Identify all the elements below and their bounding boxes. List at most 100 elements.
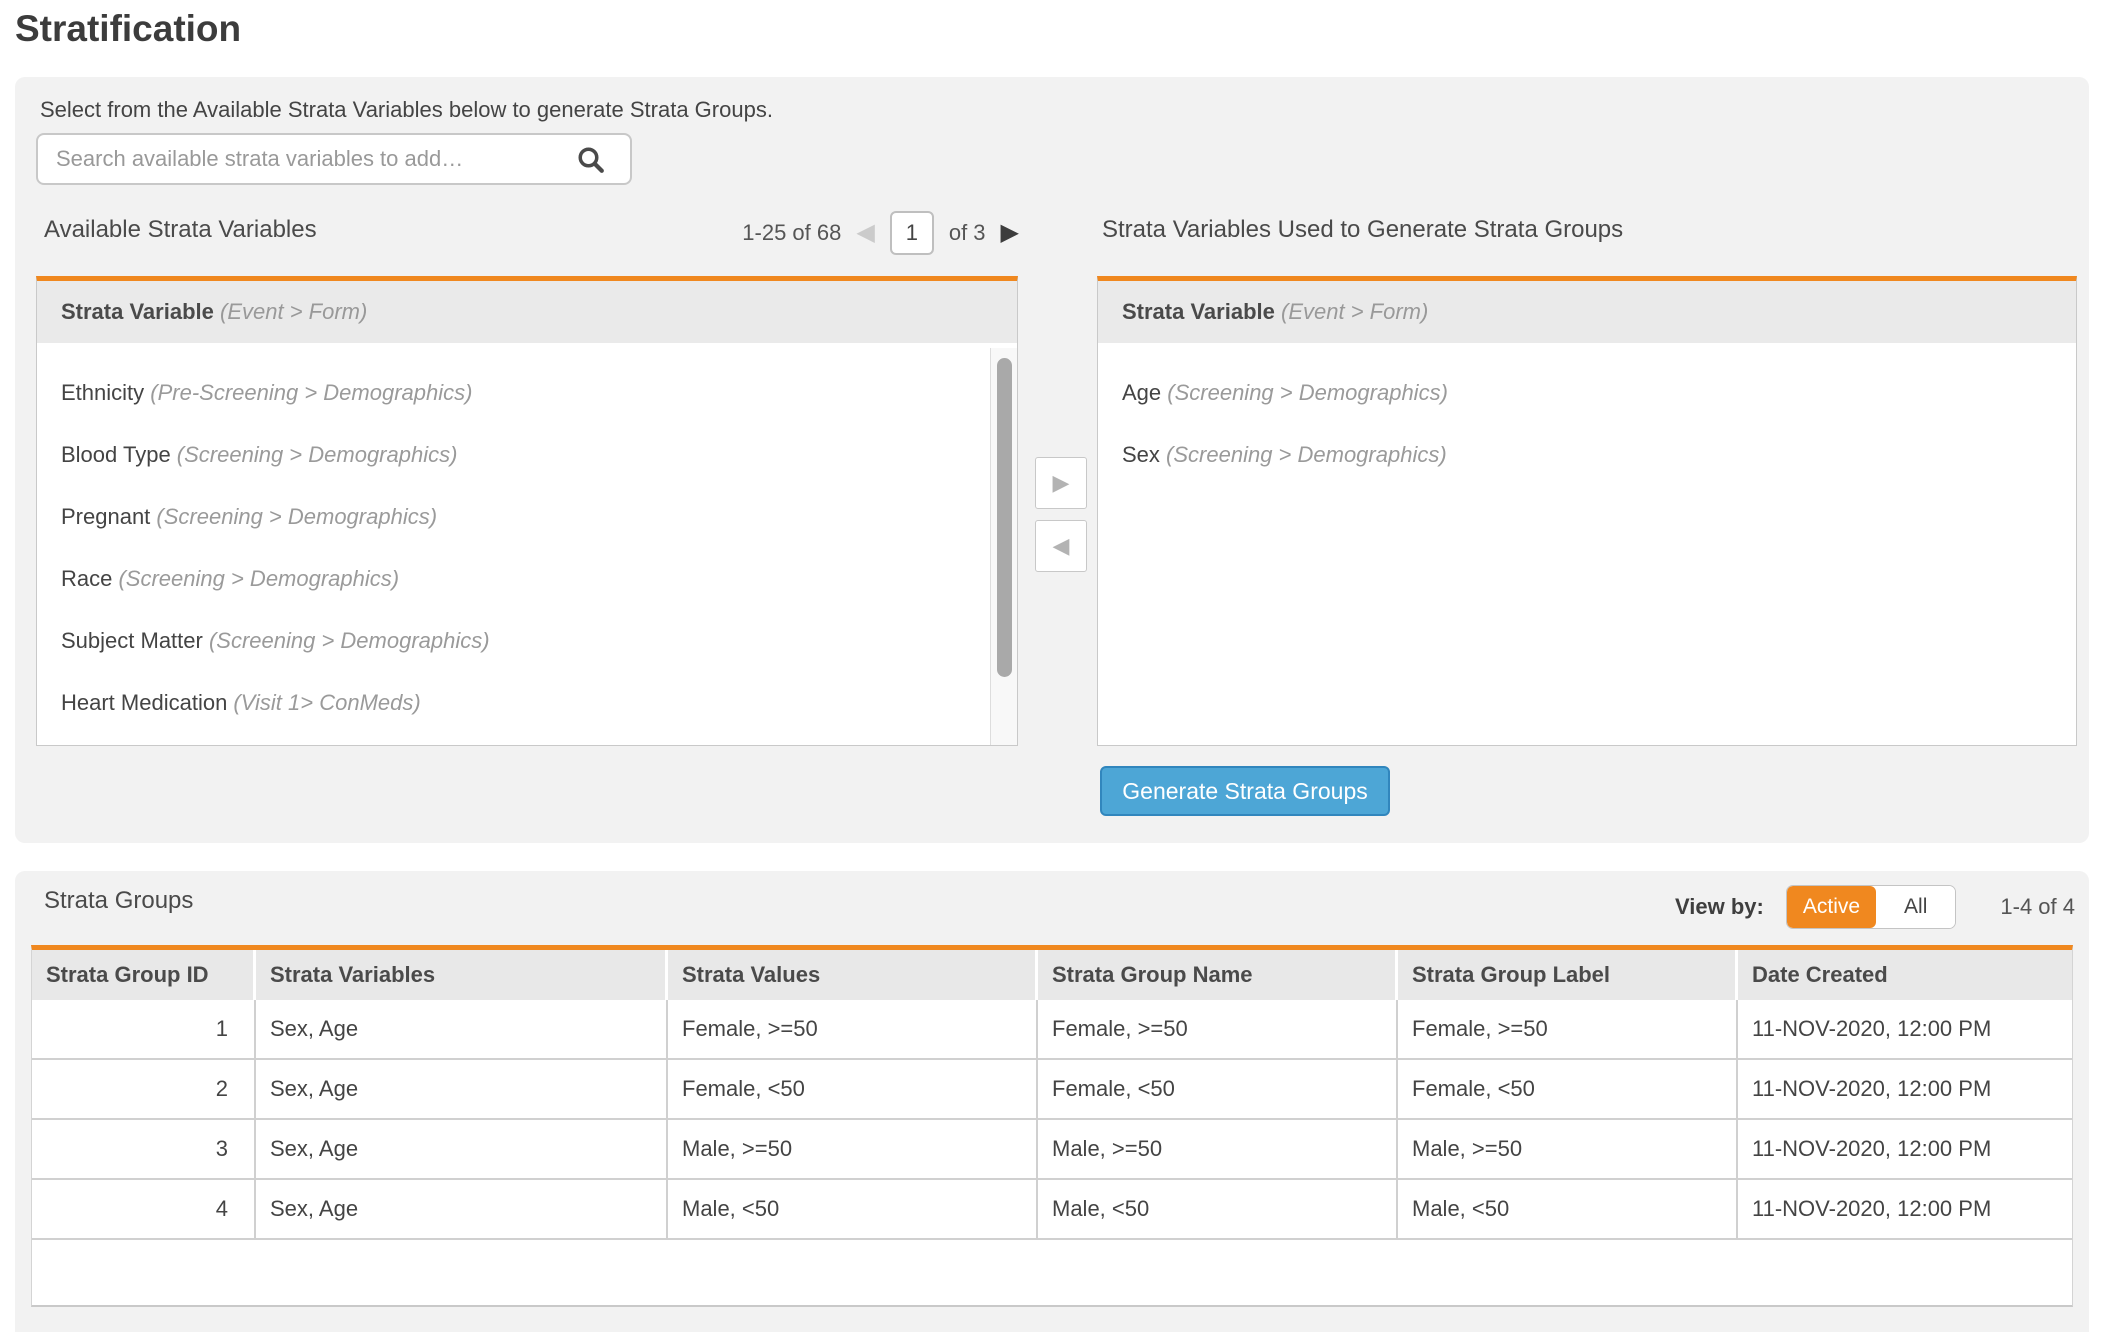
column-header: Strata Variables [256, 950, 668, 1000]
column-header: Strata Group Name [1038, 950, 1398, 1000]
search-input[interactable] [38, 135, 630, 183]
table-cell: Male, >=50 [1398, 1120, 1738, 1180]
table-cell: Female, <50 [1038, 1060, 1398, 1120]
available-variables-heading: Available Strata Variables [44, 215, 317, 245]
page-range-label: 1-25 of 68 [742, 220, 841, 246]
table-cell: 4 [32, 1180, 256, 1240]
variable-name: Pregnant [61, 504, 150, 529]
available-variables-list: Strata Variable (Event > Form) Ethnicity… [36, 276, 1018, 746]
variable-selection-panel: Select from the Available Strata Variabl… [15, 77, 2089, 843]
view-by-controls: View by: Active All 1-4 of 4 [1675, 885, 2075, 929]
move-right-button[interactable]: ▶ [1035, 457, 1087, 509]
pagination: 1-25 of 68 ◀ of 3 ▶ [742, 211, 1019, 255]
selected-variables-list: Strata Variable (Event > Form) Age (Scre… [1097, 276, 2077, 746]
list-header-label: Strata Variable [61, 299, 214, 324]
view-by-all-button[interactable]: All [1876, 886, 1955, 928]
variable-name: Subject Matter [61, 628, 203, 653]
list-item[interactable]: Pregnant (Screening > Demographics) [37, 486, 990, 548]
scrollbar-track[interactable] [990, 348, 1017, 745]
variable-name: Age [1122, 380, 1161, 405]
table-cell: Sex, Age [256, 1060, 668, 1120]
variable-context: (Pre-Screening > Demographics) [144, 380, 472, 405]
column-header: Date Created [1738, 950, 2072, 1000]
scrollbar-thumb[interactable] [997, 358, 1012, 677]
table-cell: Female, >=50 [1398, 1000, 1738, 1060]
table-cell: 11-NOV-2020, 12:00 PM [1738, 1120, 2072, 1180]
table-cell: Male, <50 [668, 1180, 1038, 1240]
table-cell: Sex, Age [256, 1000, 668, 1060]
list-item[interactable]: Race (Screening > Demographics) [37, 548, 990, 610]
table-row[interactable]: 1Sex, AgeFemale, >=50Female, >=50Female,… [32, 1000, 2072, 1060]
search-box [36, 133, 632, 185]
move-left-button[interactable]: ◀ [1035, 520, 1087, 572]
list-header: Strata Variable (Event > Form) [1098, 281, 2076, 343]
table-cell: 2 [32, 1060, 256, 1120]
table-cell: Male, >=50 [668, 1120, 1038, 1180]
table-cell: Female, <50 [1398, 1060, 1738, 1120]
table-row[interactable]: 4Sex, AgeMale, <50Male, <50Male, <5011-N… [32, 1180, 2072, 1240]
table-row[interactable]: 3Sex, AgeMale, >=50Male, >=50Male, >=501… [32, 1120, 2072, 1180]
table-cell: 1 [32, 1000, 256, 1060]
variable-name: Sex [1122, 442, 1160, 467]
selected-variables-heading: Strata Variables Used to Generate Strata… [1102, 215, 1623, 245]
list-header-context: (Event > Form) [220, 299, 367, 324]
arrow-left-icon: ◀ [1053, 533, 1070, 559]
strata-groups-table: Strata Group IDStrata VariablesStrata Va… [31, 945, 2073, 1307]
table-cell: Male, >=50 [1038, 1120, 1398, 1180]
list-header-label: Strata Variable [1122, 299, 1275, 324]
table-cell: 3 [32, 1120, 256, 1180]
variable-context: (Screening > Demographics) [112, 566, 399, 591]
table-cell: Sex, Age [256, 1180, 668, 1240]
view-by-active-button[interactable]: Active [1787, 886, 1876, 928]
generate-strata-groups-button[interactable]: Generate Strata Groups [1100, 766, 1390, 816]
list-header: Strata Variable (Event > Form) [37, 281, 1017, 343]
search-icon[interactable] [576, 145, 606, 175]
page-title: Stratification [15, 8, 241, 50]
selected-list-items: Age (Screening > Demographics)Sex (Scree… [1098, 348, 2076, 745]
available-list-items: Ethnicity (Pre-Screening > Demographics)… [37, 348, 990, 745]
table-header-row: Strata Group IDStrata VariablesStrata Va… [32, 950, 2072, 1000]
arrow-right-icon: ▶ [1053, 470, 1070, 496]
variable-context: (Screening > Demographics) [150, 504, 437, 529]
result-count-label: 1-4 of 4 [2000, 894, 2075, 920]
variable-name: Ethnicity [61, 380, 144, 405]
table-cell: Female, >=50 [1038, 1000, 1398, 1060]
list-item[interactable]: Sex (Screening > Demographics) [1098, 424, 2076, 486]
instruction-text: Select from the Available Strata Variabl… [40, 97, 773, 123]
column-header: Strata Group ID [32, 950, 256, 1000]
page-number-input[interactable] [890, 211, 934, 255]
variable-name: Race [61, 566, 112, 591]
table-cell: Female, >=50 [668, 1000, 1038, 1060]
variable-context: (Visit 1> ConMeds) [227, 690, 420, 715]
table-cell: 11-NOV-2020, 12:00 PM [1738, 1180, 2072, 1240]
strata-groups-panel: Strata Groups View by: Active All 1-4 of… [15, 871, 2089, 1332]
variable-name: Heart Medication [61, 690, 227, 715]
view-by-label: View by: [1675, 894, 1764, 920]
variable-context: (Screening > Demographics) [1161, 380, 1448, 405]
column-header: Strata Values [668, 950, 1038, 1000]
table-cell: Male, <50 [1398, 1180, 1738, 1240]
stratification-page: Stratification Select from the Available… [0, 0, 2104, 1332]
list-item[interactable]: Blood Type (Screening > Demographics) [37, 424, 990, 486]
list-header-context: (Event > Form) [1281, 299, 1428, 324]
list-item[interactable]: Ethnicity (Pre-Screening > Demographics) [37, 362, 990, 424]
list-item[interactable]: Heart Medication (Visit 1> ConMeds) [37, 672, 990, 734]
prev-page-icon[interactable]: ◀ [856, 221, 874, 245]
table-cell: 11-NOV-2020, 12:00 PM [1738, 1000, 2072, 1060]
strata-groups-heading: Strata Groups [44, 886, 193, 916]
view-by-toggle: Active All [1786, 885, 1957, 929]
next-page-icon[interactable]: ▶ [1001, 221, 1019, 245]
table-row[interactable]: 2Sex, AgeFemale, <50Female, <50Female, <… [32, 1060, 2072, 1120]
variable-name: Blood Type [61, 442, 171, 467]
column-header: Strata Group Label [1398, 950, 1738, 1000]
page-count-label: of 3 [949, 220, 986, 246]
table-cell: Male, <50 [1038, 1180, 1398, 1240]
variable-context: (Screening > Demographics) [203, 628, 490, 653]
table-cell: Female, <50 [668, 1060, 1038, 1120]
list-item[interactable]: Age (Screening > Demographics) [1098, 362, 2076, 424]
list-item[interactable]: Subject Matter (Screening > Demographics… [37, 610, 990, 672]
table-cell: 11-NOV-2020, 12:00 PM [1738, 1060, 2072, 1120]
table-cell: Sex, Age [256, 1120, 668, 1180]
variable-context: (Screening > Demographics) [171, 442, 458, 467]
variable-context: (Screening > Demographics) [1160, 442, 1447, 467]
